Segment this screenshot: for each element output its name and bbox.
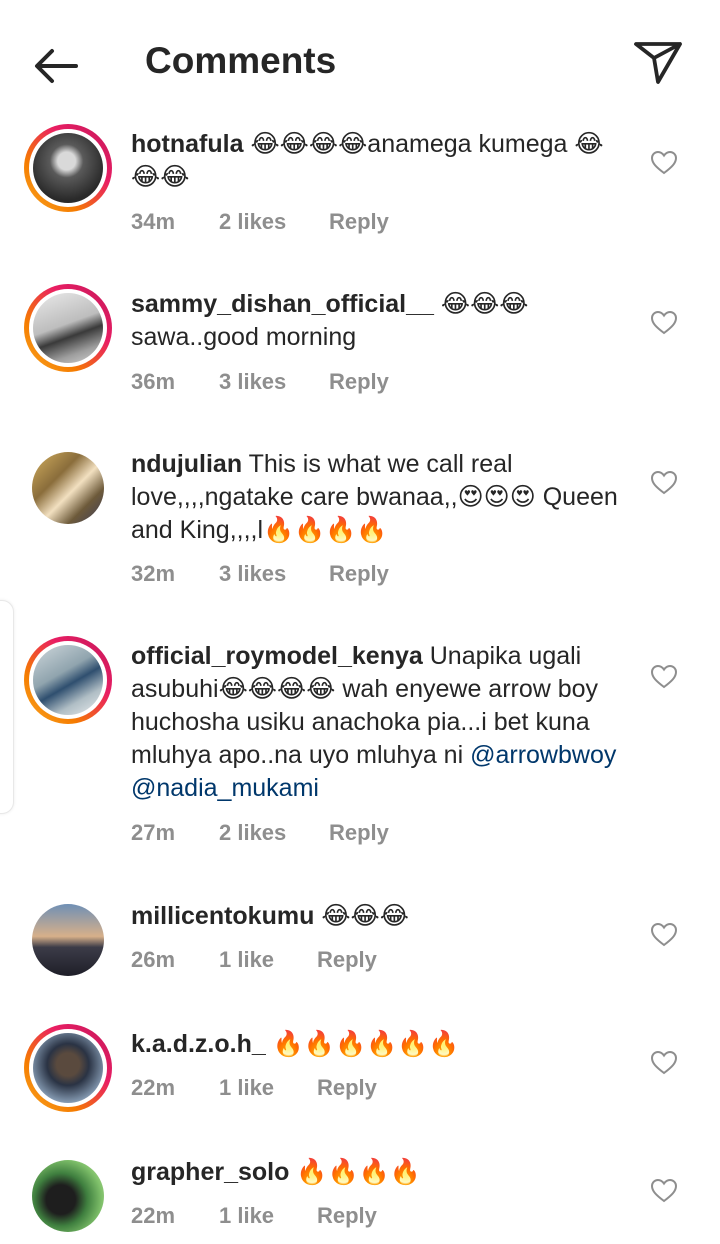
like-button[interactable] [650,922,678,948]
comment-username[interactable]: grapher_solo [131,1158,289,1186]
heart-icon [650,1050,678,1075]
comment-item: grapher_solo 🔥🔥🔥🔥 22m 1 like Reply [0,1156,720,1242]
avatar-container[interactable] [24,1156,112,1244]
reply-button[interactable]: Reply [317,947,377,973]
comment-text: k.a.d.z.o.h_ 🔥🔥🔥🔥🔥🔥 [131,1028,631,1061]
comment-likes[interactable]: 2 likes [219,209,286,235]
avatar [32,904,104,976]
comment-time: 32m [131,561,176,586]
edge-panel-handle[interactable] [0,600,14,814]
like-button[interactable] [650,1178,678,1204]
comment-likes[interactable]: 1 like [219,1203,274,1229]
like-button[interactable] [650,310,678,336]
back-button[interactable] [28,42,84,90]
comment-text: sammy_dishan_official__ 😂😂😂 sawa..good m… [131,288,631,354]
reply-button[interactable]: Reply [329,209,389,235]
comment-body: 🔥🔥🔥🔥🔥🔥 [265,1030,460,1058]
mention-link[interactable]: @nadia_mukami [131,774,319,802]
comment-username[interactable]: sammy_dishan_official__ [131,290,434,318]
reply-button[interactable]: Reply [329,369,389,395]
comment-item: official_roymodel_kenya Unapika ugali as… [0,636,720,856]
comment-likes[interactable]: 1 like [219,947,274,973]
comment-item: k.a.d.z.o.h_ 🔥🔥🔥🔥🔥🔥 22m 1 like Reply [0,1024,720,1124]
reply-button[interactable]: Reply [329,561,389,587]
comment-text: hotnafula 😂😂😂😂anamega kumega 😂😂😂 [131,128,631,194]
avatar-container[interactable] [24,900,112,988]
comment-time: 34m [131,209,176,234]
like-button[interactable] [650,1050,678,1076]
comment-username[interactable]: ndujulian [131,450,242,478]
comment-time: 22m [131,1203,176,1228]
page-title: Comments [145,40,337,81]
comment-item: hotnafula 😂😂😂😂anamega kumega 😂😂😂 34m 2 l… [0,124,720,274]
comment-item: ndujulian This is what we call real love… [0,448,720,598]
comment-time: 36m [131,369,176,394]
avatar-story-ring[interactable] [24,636,112,724]
comment-username[interactable]: k.a.d.z.o.h_ [131,1030,266,1058]
reply-button[interactable]: Reply [329,820,389,846]
avatar-story-ring[interactable] [24,1024,112,1112]
avatar-story-ring[interactable] [24,124,112,212]
comment-body: 🔥🔥🔥🔥 [289,1158,421,1186]
comment-likes[interactable]: 2 likes [219,820,286,846]
avatar [32,1160,104,1232]
reply-button[interactable]: Reply [317,1203,377,1229]
comment-likes[interactable]: 3 likes [219,369,286,395]
comment-item: sammy_dishan_official__ 😂😂😂 sawa..good m… [0,284,720,414]
like-button[interactable] [650,150,678,176]
like-button[interactable] [650,664,678,690]
avatar-container[interactable] [24,448,112,536]
heart-icon [650,310,678,335]
heart-icon [650,922,678,947]
share-button[interactable] [630,36,686,88]
mention-link[interactable]: @arrowbwoy [470,741,616,769]
paper-plane-icon [634,42,682,84]
avatar [33,645,103,715]
comment-body: 😂😂😂 [314,902,409,930]
comment-text: grapher_solo 🔥🔥🔥🔥 [131,1156,631,1189]
comment-text: millicentokumu 😂😂😂 [131,900,631,933]
comment-item: millicentokumu 😂😂😂 26m 1 like Reply [0,900,720,1000]
comment-time: 22m [131,1075,176,1100]
avatar [32,452,104,524]
comment-username[interactable]: hotnafula [131,130,244,158]
avatar [33,293,103,363]
heart-icon [650,664,678,689]
comment-time: 27m [131,820,176,845]
comment-likes[interactable]: 1 like [219,1075,274,1101]
comment-text: official_roymodel_kenya Unapika ugali as… [131,640,631,805]
comment-time: 26m [131,947,176,972]
heart-icon [650,470,678,495]
like-button[interactable] [650,470,678,496]
avatar-story-ring[interactable] [24,284,112,372]
heart-icon [650,150,678,175]
comment-username[interactable]: official_roymodel_kenya [131,642,423,670]
avatar [33,1033,103,1103]
avatar [33,133,103,203]
comment-likes[interactable]: 3 likes [219,561,286,587]
comment-text: ndujulian This is what we call real love… [131,448,631,547]
comment-username[interactable]: millicentokumu [131,902,314,930]
reply-button[interactable]: Reply [317,1075,377,1101]
header-bar: Comments [0,0,720,120]
arrow-left-icon [35,49,78,83]
heart-icon [650,1178,678,1203]
